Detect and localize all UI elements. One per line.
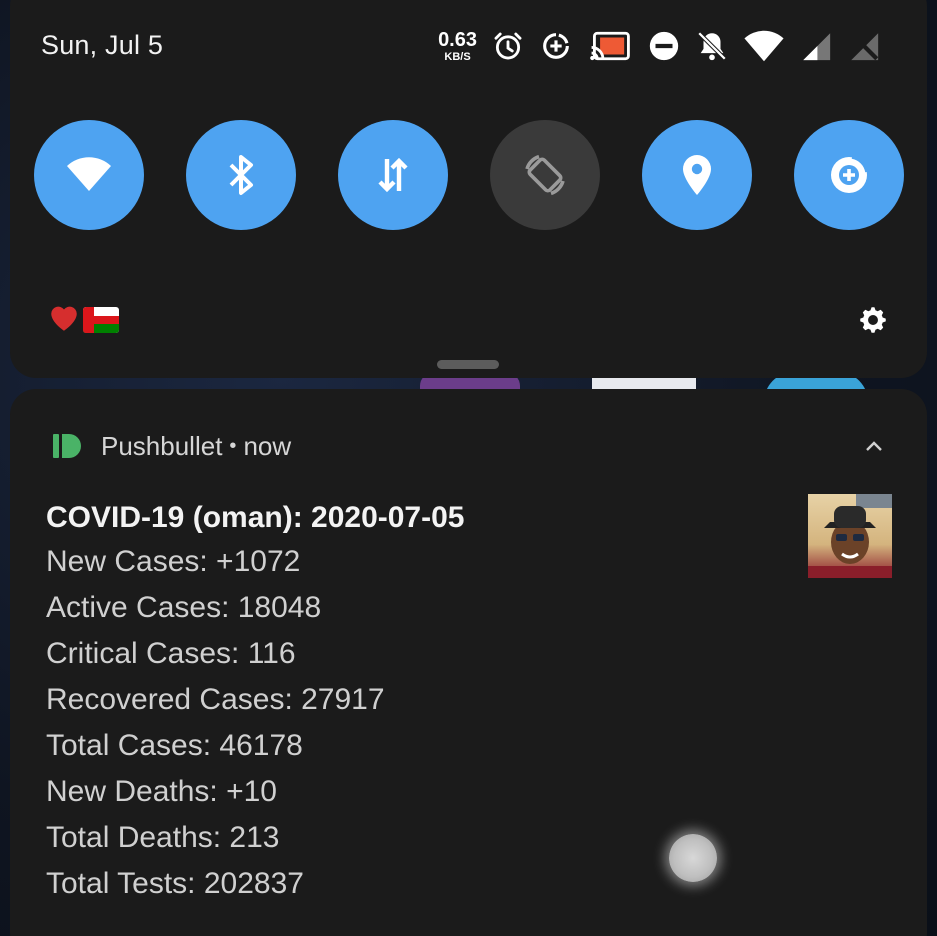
- body-line: Total Deaths: 213: [46, 821, 280, 854]
- chevron-up-icon[interactable]: [862, 435, 886, 459]
- signal-icon: [799, 29, 833, 63]
- notification-title: COVID-19 (oman): 2020-07-05: [46, 501, 465, 534]
- heart-icon: [47, 301, 81, 340]
- separator-dot: •: [229, 434, 237, 457]
- location-pin-icon: [683, 155, 711, 195]
- date-label[interactable]: Sun, Jul 5: [41, 30, 163, 61]
- alarm-icon: [491, 29, 525, 63]
- sender-avatar: [808, 494, 892, 578]
- tile-location[interactable]: [642, 120, 752, 230]
- status-icons: 0.63 KB/S: [438, 26, 881, 66]
- notification-body: New Cases: +1072 Active Cases: 18048 Cri…: [46, 545, 385, 913]
- network-speed-unit: KB/S: [444, 50, 471, 63]
- pushbullet-icon: [53, 434, 81, 458]
- panel-drag-handle[interactable]: [437, 360, 499, 369]
- cast-icon: [587, 29, 633, 63]
- no-sim-icon: [847, 29, 881, 63]
- wifi-icon: [67, 157, 111, 191]
- do-not-disturb-icon: [647, 29, 681, 63]
- notification-time: now: [243, 430, 292, 461]
- body-line: Active Cases: 18048: [46, 591, 322, 624]
- quick-settings-tiles: [34, 120, 904, 230]
- notification-card[interactable]: Pushbullet • now COVID-19 (oman): 2020-0…: [10, 389, 927, 936]
- network-speed-value: 0.63: [438, 28, 477, 51]
- notifications-off-icon: [695, 29, 729, 63]
- touch-indicator: [669, 834, 717, 882]
- body-line: New Cases: +1072: [46, 545, 301, 578]
- wifi-icon: [743, 29, 785, 63]
- data-saver-icon: [831, 155, 869, 193]
- body-line: Recovered Cases: 27917: [46, 683, 385, 716]
- app-name: Pushbullet: [101, 430, 223, 461]
- body-line: Total Cases: 46178: [46, 729, 303, 762]
- data-transfer-icon: [378, 157, 408, 193]
- status-bar: Sun, Jul 5 0.63 KB/S: [0, 0, 937, 92]
- rotate-icon: [525, 154, 565, 196]
- oman-flag-icon: [83, 307, 119, 333]
- gear-icon[interactable]: [856, 303, 890, 337]
- tile-bluetooth[interactable]: [186, 120, 296, 230]
- network-speed: 0.63 KB/S: [438, 30, 477, 63]
- body-line: Total Tests: 202837: [46, 867, 304, 900]
- tile-wifi[interactable]: [34, 120, 144, 230]
- bluetooth-icon: [229, 155, 253, 195]
- tile-mobile-data[interactable]: [338, 120, 448, 230]
- quick-settings-footer: [47, 300, 119, 340]
- tile-data-saver[interactable]: [794, 120, 904, 230]
- notification-header: Pushbullet • now: [52, 431, 291, 461]
- data-saver-icon: [539, 29, 573, 63]
- body-line: Critical Cases: 116: [46, 637, 296, 670]
- tile-auto-rotate[interactable]: [490, 120, 600, 230]
- body-line: New Deaths: +10: [46, 775, 277, 808]
